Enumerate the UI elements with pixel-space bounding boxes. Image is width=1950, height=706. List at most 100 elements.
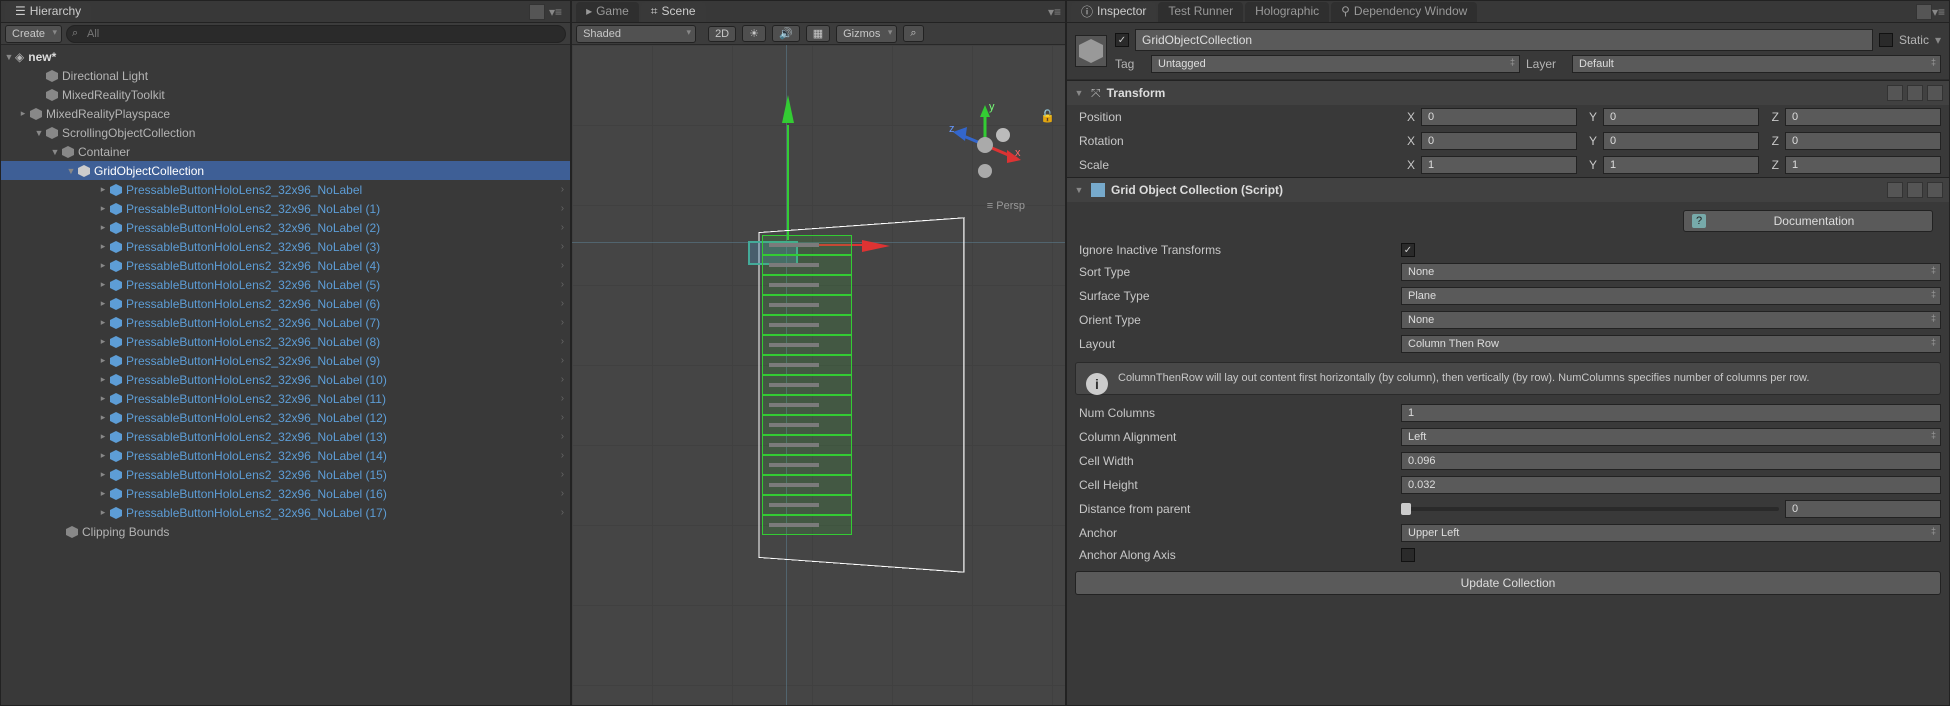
prefab-item[interactable]: ▸ PressableButtonHoloLens2_32x96_NoLabel… <box>1 294 570 313</box>
create-dropdown[interactable]: Create <box>5 25 62 43</box>
pos-x-input[interactable] <box>1421 108 1577 126</box>
foldout-icon[interactable]: ▸ <box>97 336 109 347</box>
chevron-right-icon[interactable]: › <box>561 222 564 233</box>
help-icon[interactable] <box>1887 182 1903 198</box>
prefab-item[interactable]: ▸ PressableButtonHoloLens2_32x96_NoLabel… <box>1 313 570 332</box>
chevron-right-icon[interactable]: › <box>561 317 564 328</box>
test-runner-tab[interactable]: Test Runner <box>1158 2 1243 22</box>
rot-x-input[interactable] <box>1421 132 1577 150</box>
prefab-item[interactable]: ▸ PressableButtonHoloLens2_32x96_NoLabel… <box>1 218 570 237</box>
foldout-icon[interactable]: ▸ <box>97 317 109 328</box>
hierarchy-item[interactable]: Directional Light <box>1 66 570 85</box>
fx-toggle[interactable]: ▦ <box>806 25 830 42</box>
chevron-right-icon[interactable]: › <box>561 507 564 518</box>
foldout-icon[interactable]: ▸ <box>97 355 109 366</box>
gameobject-name-input[interactable] <box>1135 29 1873 51</box>
foldout-icon[interactable]: ▼ <box>33 128 45 138</box>
chevron-right-icon[interactable]: › <box>561 412 564 423</box>
chevron-right-icon[interactable]: › <box>561 260 564 271</box>
help-icon[interactable] <box>1887 85 1903 101</box>
hierarchy-item[interactable]: ▸ MixedRealityPlayspace <box>1 104 570 123</box>
context-menu-icon[interactable]: ▾≡ <box>1048 5 1061 19</box>
cellw-input[interactable] <box>1401 452 1941 470</box>
prefab-item[interactable]: ▸ PressableButtonHoloLens2_32x96_NoLabel… <box>1 465 570 484</box>
rot-z-input[interactable] <box>1785 132 1941 150</box>
chevron-right-icon[interactable]: › <box>561 393 564 404</box>
chevron-right-icon[interactable]: › <box>561 488 564 499</box>
foldout-icon[interactable]: ▸ <box>97 203 109 214</box>
container-row[interactable]: ▼ Container <box>1 142 570 161</box>
foldout-icon[interactable]: ▼ <box>1073 88 1085 98</box>
foldout-icon[interactable]: ▼ <box>1073 185 1085 195</box>
chevron-right-icon[interactable]: › <box>561 336 564 347</box>
foldout-icon[interactable]: ▼ <box>49 147 61 157</box>
numcols-input[interactable] <box>1401 404 1941 422</box>
cellh-input[interactable] <box>1401 476 1941 494</box>
shading-dropdown[interactable]: Shaded <box>576 25 696 43</box>
prefab-item[interactable]: ▸ PressableButtonHoloLens2_32x96_NoLabel… <box>1 370 570 389</box>
foldout-icon[interactable]: ▸ <box>97 507 109 518</box>
update-collection-button[interactable]: Update Collection <box>1075 571 1941 595</box>
prefab-item[interactable]: ▸ PressableButtonHoloLens2_32x96_NoLabel… <box>1 275 570 294</box>
clipping-row[interactable]: Clipping Bounds <box>1 522 570 541</box>
dist-input[interactable] <box>1785 500 1941 518</box>
preset-icon[interactable] <box>1907 182 1923 198</box>
chevron-right-icon[interactable]: › <box>561 184 564 195</box>
ignore-checkbox[interactable] <box>1401 243 1415 257</box>
foldout-icon[interactable]: ▸ <box>97 393 109 404</box>
prefab-item[interactable]: ▸ PressableButtonHoloLens2_32x96_NoLabel… <box>1 389 570 408</box>
layer-dropdown[interactable]: Default <box>1572 55 1941 73</box>
foldout-icon[interactable]: ▼ <box>65 166 77 176</box>
hierarchy-search-input[interactable]: All <box>66 25 566 43</box>
pos-y-input[interactable] <box>1603 108 1759 126</box>
scale-y-input[interactable] <box>1603 156 1759 174</box>
hierarchy-item[interactable]: MixedRealityToolkit <box>1 85 570 104</box>
context-menu-icon[interactable]: ▾≡ <box>545 5 566 19</box>
2d-toggle[interactable]: 2D <box>708 26 736 42</box>
hierarchy-tab[interactable]: ☰ Hierarchy <box>5 2 91 22</box>
foldout-icon[interactable]: ▸ <box>97 222 109 233</box>
inspector-tab[interactable]: ⓘInspector <box>1071 2 1156 22</box>
scale-z-input[interactable] <box>1785 156 1941 174</box>
foldout-icon[interactable]: ▸ <box>97 184 109 195</box>
pos-z-input[interactable] <box>1785 108 1941 126</box>
grid-collection-row[interactable]: ▼ GridObjectCollection <box>1 161 570 180</box>
static-dropdown-icon[interactable]: ▾ <box>1935 33 1941 47</box>
anchoraxis-checkbox[interactable] <box>1401 548 1415 562</box>
active-checkbox[interactable] <box>1115 33 1129 47</box>
orientation-gizmo[interactable]: y x z <box>945 105 1025 185</box>
chevron-right-icon[interactable]: › <box>561 298 564 309</box>
tag-dropdown[interactable]: Untagged <box>1151 55 1520 73</box>
prefab-item[interactable]: ▸ PressableButtonHoloLens2_32x96_NoLabel… <box>1 332 570 351</box>
prefab-item[interactable]: ▸ PressableButtonHoloLens2_32x96_NoLabel… <box>1 237 570 256</box>
audio-toggle[interactable]: 🔊 <box>772 25 800 42</box>
foldout-icon[interactable]: ▸ <box>97 298 109 309</box>
documentation-button[interactable]: Documentation <box>1683 210 1933 232</box>
chevron-right-icon[interactable]: › <box>561 431 564 442</box>
anchor-dropdown[interactable]: Upper Left <box>1401 524 1941 542</box>
foldout-icon[interactable]: ▸ <box>17 108 29 119</box>
gizmos-dropdown[interactable]: Gizmos <box>836 25 897 43</box>
lock-icon[interactable] <box>1916 4 1932 20</box>
foldout-icon[interactable]: ▸ <box>97 450 109 461</box>
prefab-item[interactable]: ▸ PressableButtonHoloLens2_32x96_NoLabel… <box>1 351 570 370</box>
colalign-dropdown[interactable]: Left <box>1401 428 1941 446</box>
prefab-item[interactable]: ▸ PressableButtonHoloLens2_32x96_NoLabel… <box>1 256 570 275</box>
chevron-right-icon[interactable]: › <box>561 469 564 480</box>
gear-icon[interactable] <box>1927 182 1943 198</box>
static-checkbox[interactable] <box>1879 33 1893 47</box>
sort-dropdown[interactable]: None <box>1401 263 1941 281</box>
surface-dropdown[interactable]: Plane <box>1401 287 1941 305</box>
holographic-tab[interactable]: Holographic <box>1245 2 1329 22</box>
context-menu-icon[interactable]: ▾≡ <box>1932 5 1945 19</box>
prefab-item[interactable]: ▸ PressableButtonHoloLens2_32x96_NoLabel… <box>1 199 570 218</box>
foldout-icon[interactable]: ▸ <box>97 431 109 442</box>
gear-icon[interactable] <box>1927 85 1943 101</box>
layout-dropdown[interactable]: Column Then Row <box>1401 335 1941 353</box>
foldout-icon[interactable]: ▸ <box>97 469 109 480</box>
prefab-item[interactable]: ▸ PressableButtonHoloLens2_32x96_NoLabel… <box>1 446 570 465</box>
lock-icon[interactable] <box>529 4 545 20</box>
scene-tab[interactable]: ⌗Scene <box>641 2 706 22</box>
distance-slider[interactable] <box>1401 507 1779 511</box>
prefab-item[interactable]: ▸ PressableButtonHoloLens2_32x96_NoLabel… <box>1 484 570 503</box>
